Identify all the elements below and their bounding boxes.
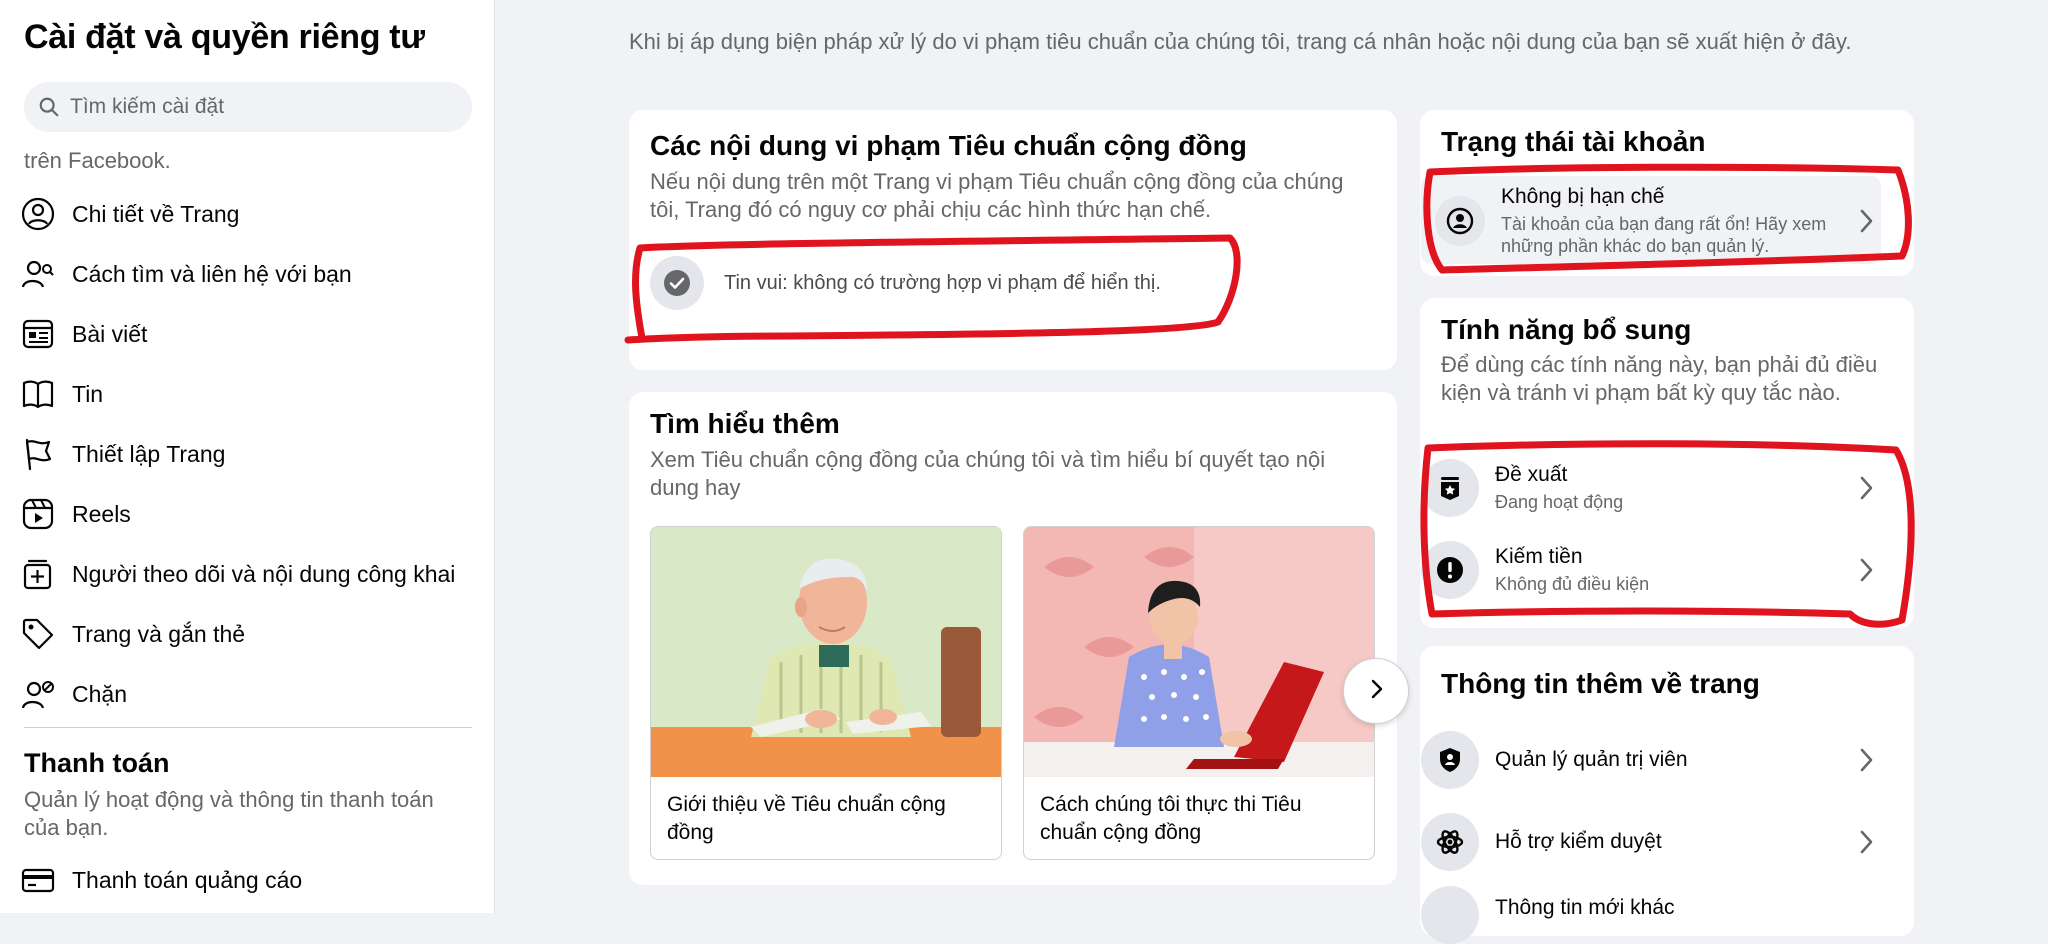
alert-circle-icon: [1421, 541, 1479, 599]
chevron-right-icon: [1851, 208, 1881, 234]
sidebar-item-blocking[interactable]: Chặn: [20, 668, 470, 720]
feature-row-recommendations[interactable]: Đề xuất Đang hoạt động: [1421, 454, 1881, 522]
info-icon: [1421, 886, 1479, 944]
settings-search[interactable]: [24, 82, 472, 132]
feature-row-monetization[interactable]: Kiếm tiền Không đủ điều kiện: [1421, 536, 1881, 604]
illustration-man-reading: [651, 527, 1001, 777]
post-icon: [20, 316, 56, 352]
block-user-icon: [20, 676, 56, 712]
learn-more-description: Xem Tiêu chuẩn cộng đồng của chúng tôi v…: [650, 447, 1326, 500]
info-row-title: Quản lý quản trị viên: [1495, 748, 1688, 771]
credit-card-icon: [20, 862, 56, 898]
settings-sidebar: Cài đặt và quyền riêng tư trên Facebook.…: [0, 0, 495, 913]
followers-icon: [20, 556, 56, 592]
account-status-row-subtitle: Tài khoản của bạn đang rất ổn! Hãy xem n…: [1501, 214, 1827, 256]
info-row-title: Thông tin mới khác: [1495, 896, 1675, 919]
intro-text: Khi bị áp dụng biện pháp xử lý do vi phạ…: [629, 29, 1852, 54]
page-info-title: Thông tin thêm về trang: [1441, 668, 1760, 699]
account-status-icon: [1435, 196, 1485, 246]
sidebar-item-ad-payments[interactable]: Thanh toán quảng cáo: [20, 854, 470, 906]
book-icon: [20, 376, 56, 412]
account-status-row-title: Không bị hạn chế: [1501, 185, 1665, 208]
learn-card-standards[interactable]: Giới thiệu về Tiêu chuẩn cộng đồng: [650, 526, 1002, 860]
search-icon: [38, 96, 60, 118]
feature-row-title: Kiếm tiền: [1495, 545, 1583, 568]
sidebar-item-label: Bài viết: [72, 320, 148, 347]
extra-features-title: Tính năng bổ sung: [1441, 314, 1692, 345]
check-circle-icon: [650, 256, 704, 310]
tag-icon: [20, 616, 56, 652]
sidebar-item-label: Cách tìm và liên hệ với bạn: [72, 260, 352, 287]
chevron-right-icon: [1851, 557, 1881, 583]
sidebar-item-label: Trang và gắn thẻ: [72, 620, 246, 647]
sidebar-item-label: Thanh toán quảng cáo: [72, 866, 303, 893]
sidebar-item-label: Reels: [72, 500, 131, 527]
flag-icon: [20, 436, 56, 472]
reels-icon: [20, 496, 56, 532]
feature-row-subtitle: Đang hoạt động: [1495, 492, 1624, 512]
sidebar-item-page-setup[interactable]: Thiết lập Trang: [20, 428, 470, 480]
sidebar-item-stories[interactable]: Tin: [20, 368, 470, 420]
atom-icon: [1421, 813, 1479, 871]
info-row-moderation[interactable]: Hỗ trợ kiểm duyệt: [1421, 808, 1881, 876]
sidebar-item-label: Chặn: [72, 680, 127, 707]
payments-section-title: Thanh toán: [24, 748, 170, 778]
violations-description: Nếu nội dung trên một Trang vi phạm Tiêu…: [650, 169, 1344, 222]
good-news-text: Tin vui: không có trường hợp vi phạm để …: [724, 271, 1161, 294]
sidebar-item-find-contact[interactable]: Cách tìm và liên hệ với bạn: [20, 248, 470, 300]
learn-card-enforcement[interactable]: Cách chúng tôi thực thi Tiêu chuẩn cộng …: [1023, 526, 1375, 860]
learn-card-caption: Cách chúng tôi thực thi Tiêu chuẩn cộng …: [1040, 793, 1302, 844]
chevron-right-icon: [1851, 747, 1881, 773]
chevron-right-icon: [1851, 475, 1881, 501]
feature-row-title: Đề xuất: [1495, 463, 1568, 486]
violations-title: Các nội dung vi phạm Tiêu chuẩn cộng đồn…: [650, 130, 1247, 161]
payments-section-description: Quản lý hoạt động và thông tin thanh toá…: [24, 787, 434, 840]
illustration-woman-laptop: [1024, 527, 1374, 777]
account-status-row[interactable]: Không bị hạn chế Tài khoản của bạn đang …: [1421, 184, 1881, 258]
feature-row-subtitle: Không đủ điều kiện: [1495, 574, 1650, 594]
info-row-title: Hỗ trợ kiểm duyệt: [1495, 830, 1662, 853]
sidebar-item-label: Chi tiết về Trang: [72, 200, 240, 227]
person-search-icon: [20, 256, 56, 292]
search-input[interactable]: [68, 94, 452, 120]
sidebar-item-page-details[interactable]: Chi tiết về Trang: [20, 188, 470, 240]
sidebar-divider: [24, 727, 472, 728]
sidebar-item-followers[interactable]: Người theo dõi và nội dung công khai: [20, 548, 470, 600]
person-circle-icon: [20, 196, 56, 232]
sidebar-item-tagging[interactable]: Trang và gắn thẻ: [20, 608, 470, 660]
sidebar-item-reels[interactable]: Reels: [20, 488, 470, 540]
chevron-right-icon: [1365, 678, 1387, 705]
sidebar-item-posts[interactable]: Bài viết: [20, 308, 470, 360]
sidebar-cut-text: trên Facebook.: [24, 148, 171, 173]
sidebar-item-label: Thiết lập Trang: [72, 440, 226, 467]
extra-features-description: Để dùng các tính năng này, bạn phải đủ đ…: [1441, 352, 1878, 405]
shield-icon: [1421, 731, 1479, 789]
learn-more-title: Tìm hiểu thêm: [650, 408, 840, 439]
good-news-row: Tin vui: không có trường hợp vi phạm để …: [650, 256, 1161, 310]
info-row-other[interactable]: Thông tin mới khác: [1421, 880, 1881, 944]
learn-card-caption: Giới thiệu về Tiêu chuẩn cộng đồng: [667, 793, 946, 844]
sidebar-item-label: Tin: [72, 380, 104, 407]
account-status-title: Trạng thái tài khoản: [1441, 126, 1706, 157]
carousel-next-button[interactable]: [1343, 658, 1409, 724]
info-row-admins[interactable]: Quản lý quản trị viên: [1421, 726, 1881, 794]
badge-star-icon: [1421, 459, 1479, 517]
sidebar-title: Cài đặt và quyền riêng tư: [24, 18, 425, 56]
chevron-right-icon: [1851, 829, 1881, 855]
sidebar-item-label: Người theo dõi và nội dung công khai: [72, 560, 456, 587]
